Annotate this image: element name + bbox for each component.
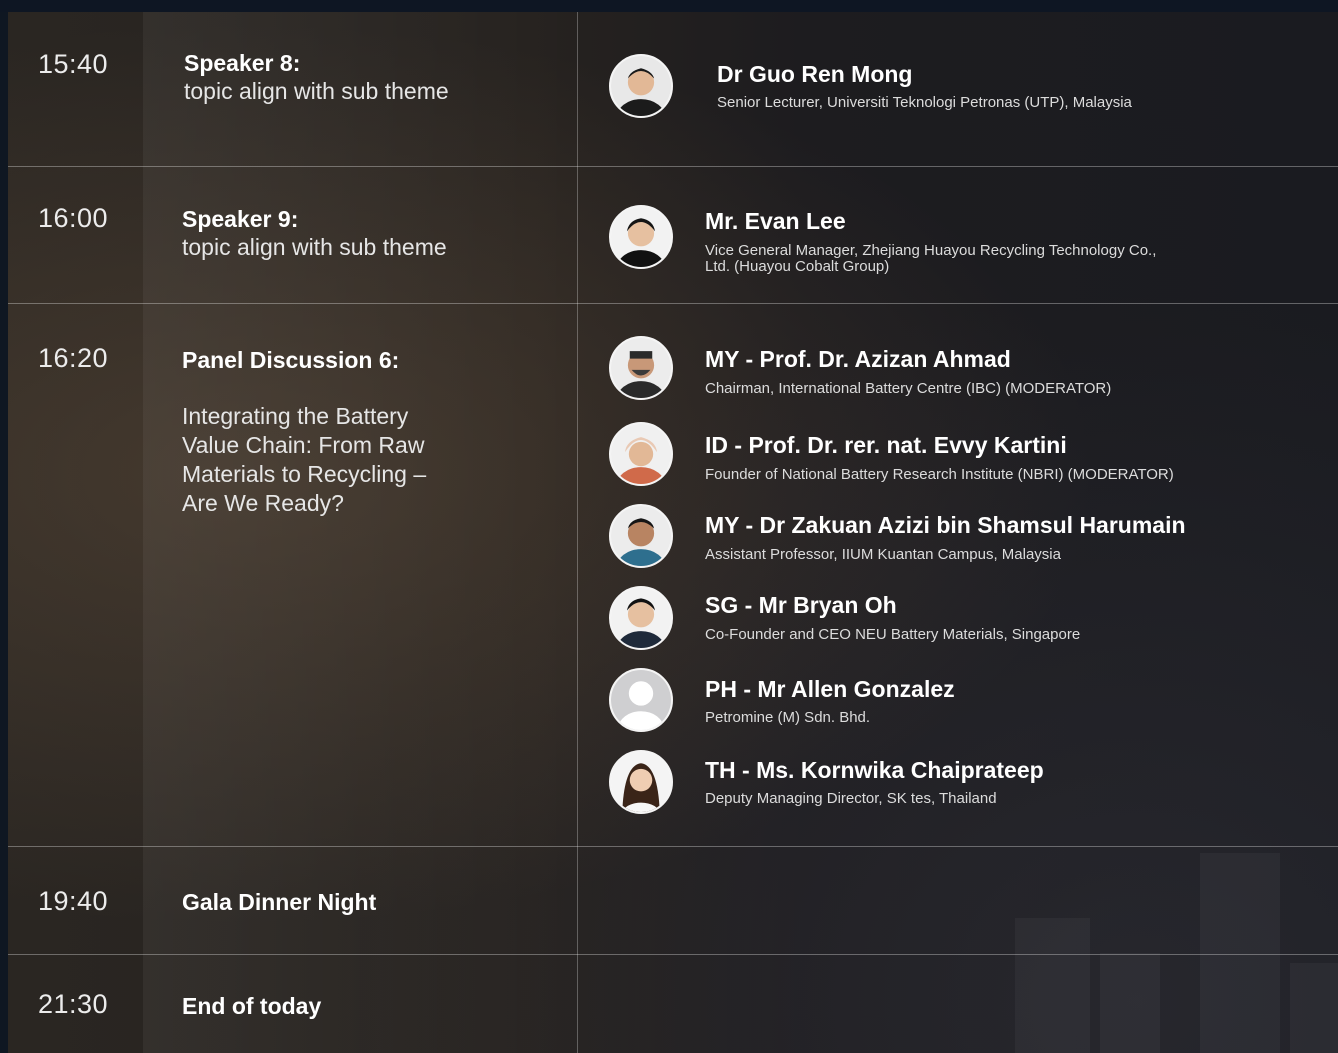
speaker-name: Mr. Evan Lee <box>705 208 846 234</box>
column-divider <box>577 12 578 1053</box>
speaker-role: Senior Lecturer, Universiti Teknologi Pe… <box>717 94 1132 111</box>
session-subtitle: topic align with sub theme <box>184 78 449 104</box>
speaker-avatar <box>609 205 673 269</box>
session-time: 21:30 <box>38 989 109 1019</box>
city-silhouette <box>1100 953 1160 1053</box>
person-photo-icon <box>611 207 671 267</box>
speaker-role: Petromine (M) Sdn. Bhd. <box>705 709 871 726</box>
session-time: 15:40 <box>38 49 109 79</box>
speaker-avatar <box>609 422 673 486</box>
speaker-avatar <box>609 586 673 650</box>
person-photo-icon <box>611 752 671 812</box>
session-title: Gala Dinner Night <box>182 889 377 915</box>
session-subtitle: Integrating the Battery Value Chain: Fro… <box>182 403 427 516</box>
city-silhouette <box>1015 918 1090 1053</box>
session-time: 16:00 <box>38 203 109 233</box>
speaker-avatar <box>609 668 673 732</box>
speaker-role: Deputy Managing Director, SK tes, Thaila… <box>705 790 997 807</box>
person-placeholder-icon <box>611 670 671 730</box>
session-title: Panel Discussion 6: <box>182 347 400 373</box>
session-title: Speaker 8: <box>184 50 301 76</box>
session-time: 19:40 <box>38 886 109 916</box>
speaker-name: SG - Mr Bryan Oh <box>705 592 897 618</box>
city-silhouette <box>1200 853 1280 1053</box>
speaker-role: Assistant Professor, IIUM Kuantan Campus… <box>705 546 1061 563</box>
session-title: Speaker 9: <box>182 206 299 232</box>
speaker-role: Founder of National Battery Research Ins… <box>705 466 1174 483</box>
speaker-role: Chairman, International Battery Centre (… <box>705 380 1112 397</box>
speaker-name: MY - Dr Zakuan Azizi bin Shamsul Harumai… <box>705 512 1186 538</box>
city-silhouette <box>1290 963 1338 1053</box>
speaker-name: MY - Prof. Dr. Azizan Ahmad <box>705 346 1011 372</box>
person-photo-icon <box>611 506 671 566</box>
person-photo-icon <box>611 56 671 116</box>
speaker-avatar <box>609 504 673 568</box>
row-divider <box>8 954 1338 955</box>
speaker-role: Co-Founder and CEO NEU Battery Materials… <box>705 626 1081 643</box>
speaker-role: Vice General Manager, Zhejiang Huayou Re… <box>705 242 1157 275</box>
speaker-name: PH - Mr Allen Gonzalez <box>705 676 955 702</box>
speaker-avatar <box>609 750 673 814</box>
session-time: 16:20 <box>38 343 109 373</box>
speaker-name: Dr Guo Ren Mong <box>717 61 913 87</box>
top-bar <box>0 0 1338 12</box>
speaker-avatar <box>609 336 673 400</box>
row-divider <box>8 846 1338 847</box>
session-title: End of today <box>182 993 322 1019</box>
speaker-name: TH - Ms. Kornwika Chaiprateep <box>705 757 1044 783</box>
speaker-name: ID - Prof. Dr. rer. nat. Evvy Kartini <box>705 432 1067 458</box>
left-strip <box>0 12 8 1053</box>
person-photo-icon <box>611 424 671 484</box>
person-photo-icon <box>611 588 671 648</box>
speaker-avatar <box>609 54 673 118</box>
row-divider <box>8 166 1338 167</box>
person-photo-icon <box>611 338 671 398</box>
row-divider <box>8 303 1338 304</box>
session-subtitle: topic align with sub theme <box>182 234 447 260</box>
